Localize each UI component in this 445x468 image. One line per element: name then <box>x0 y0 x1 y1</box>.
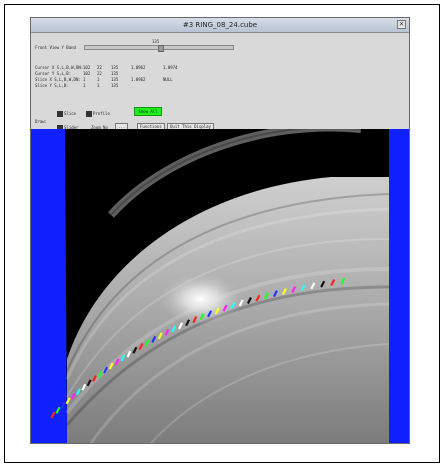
cube-viewer-window: #3 RING_08_24.cube × Front View Y Band 1… <box>30 17 410 444</box>
readout-cell: 135 <box>111 65 119 70</box>
readout-cell: Slice Y S,L,B: <box>35 83 69 88</box>
readout-cell: 1 <box>97 77 100 82</box>
readout-cell: 1 <box>83 77 86 82</box>
readout-cell: Cursor X S,L,B,W,DN: <box>35 65 84 70</box>
readout-cell: 135 <box>111 71 119 76</box>
draw-label: Draw: <box>35 119 48 124</box>
readout-cell: 1 <box>97 83 100 88</box>
band-label: Front View Y Band <box>35 45 76 50</box>
readout-cell: 102 <box>83 65 91 70</box>
band-slider-thumb[interactable] <box>158 45 164 52</box>
profile-checkbox[interactable] <box>86 111 92 117</box>
readout-cell: 1.0962 <box>131 65 146 70</box>
readout-cell: 22 <box>97 65 102 70</box>
ring-image <box>31 129 409 443</box>
close-button[interactable]: × <box>397 20 406 29</box>
readout-cell: 1 <box>83 83 86 88</box>
title-bar[interactable]: #3 RING_08_24.cube × <box>31 18 409 33</box>
band-value: 135 <box>152 39 160 44</box>
slice-checkbox[interactable] <box>57 111 63 117</box>
ring-image-canvas[interactable] <box>31 129 409 443</box>
profile-check-label: Profile <box>93 111 110 116</box>
readout-cell: Cursor Y S,L,B: <box>35 71 72 76</box>
readout-cell: 135 <box>111 83 119 88</box>
readout-cell: 1.0962 <box>131 77 146 82</box>
slice-check-label: Slice <box>64 111 77 116</box>
readout-cell: 1.0974 <box>163 65 178 70</box>
control-panel: Front View Y Band 135 Cursor X S,L,B,W,D… <box>31 33 409 131</box>
window-title: #3 RING_08_24.cube <box>182 21 258 29</box>
readout-cell: NULL <box>163 77 173 82</box>
readout-cell: 102 <box>83 71 91 76</box>
show-all-button[interactable]: Show All <box>134 107 162 116</box>
readout-cell: Slice X S,L,B,W,DN: <box>35 77 81 82</box>
readout-cell: 22 <box>97 71 102 76</box>
band-slider[interactable] <box>84 45 234 52</box>
readout-cell: 135 <box>111 77 119 82</box>
